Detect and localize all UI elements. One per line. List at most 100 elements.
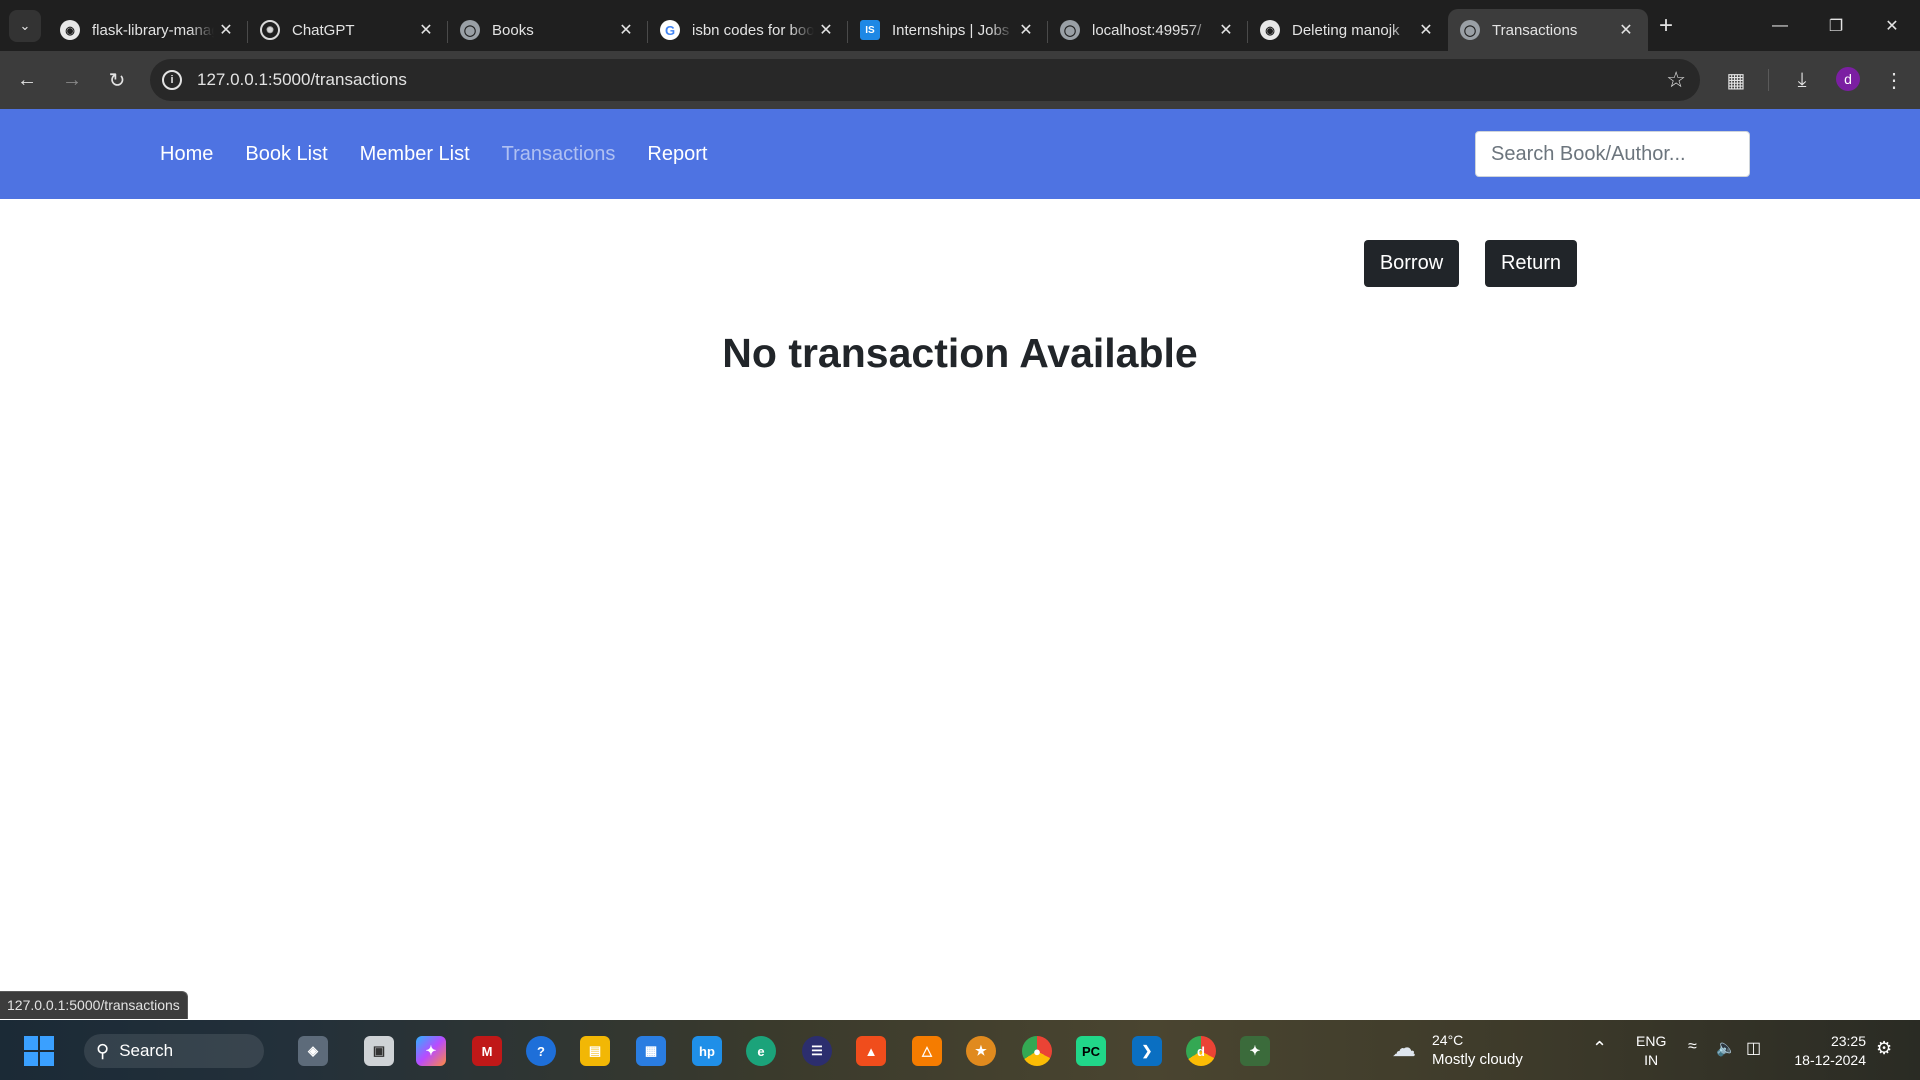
taskbar-clock[interactable]: 23:25 18-12-2024 — [1786, 1032, 1866, 1070]
language-indicator[interactable]: ENG IN — [1636, 1032, 1666, 1070]
restore-icon[interactable]: ❐ — [1808, 0, 1864, 51]
chatgpt-icon: ✺ — [260, 20, 280, 40]
clock-date: 18-12-2024 — [1794, 1052, 1866, 1068]
link-status-bubble: 127.0.0.1:5000/transactions — [0, 991, 188, 1019]
tab-title: Internships | Jobs — [892, 21, 1010, 39]
taskbar-search-label: Search — [119, 1041, 174, 1060]
bookmark-star-icon[interactable]: ☆ — [1666, 67, 1686, 93]
eclipse-icon[interactable]: ☰ — [802, 1036, 832, 1066]
tab-close-icon[interactable]: ✕ — [1614, 20, 1638, 40]
file-explorer-icon[interactable]: ▤ — [580, 1036, 610, 1066]
tab-title: isbn codes for books — [692, 21, 814, 39]
medal-app-icon[interactable]: ★ — [966, 1036, 996, 1066]
window-controls: — ❐ ✕ — [1752, 0, 1920, 51]
nav-link-transactions[interactable]: Transactions — [502, 143, 616, 166]
download-icon[interactable]: ⤓ — [1786, 64, 1818, 96]
tab-close-icon[interactable]: ✕ — [1414, 20, 1438, 40]
close-window-icon[interactable]: ✕ — [1864, 0, 1920, 51]
show-hidden-icons-chevron-icon[interactable]: ⌃ — [1592, 1038, 1607, 1059]
brave-icon[interactable]: ▲ — [856, 1036, 886, 1066]
globe-icon: ◯ — [460, 20, 480, 40]
windows-start-icon[interactable] — [24, 1036, 54, 1066]
borrow-button[interactable]: Borrow — [1364, 240, 1459, 287]
chrome-profile-icon[interactable]: d — [1186, 1036, 1216, 1066]
reload-icon[interactable]: ↻ — [101, 64, 133, 96]
new-tab-plus-icon[interactable]: + — [1652, 12, 1680, 40]
tab-close-icon[interactable]: ✕ — [1014, 20, 1038, 40]
vscode-icon[interactable]: ❯ — [1132, 1036, 1162, 1066]
shield-app-icon[interactable]: ◈ — [298, 1036, 328, 1066]
microsoft-store-icon[interactable]: ▦ — [636, 1036, 666, 1066]
return-button[interactable]: Return — [1485, 240, 1577, 287]
copilot-icon[interactable]: ✦ — [416, 1036, 446, 1066]
minimize-icon[interactable]: — — [1752, 0, 1808, 51]
url-text[interactable]: 127.0.0.1:5000/transactions — [197, 70, 407, 90]
tab-search-chevron-icon[interactable]: ⌄ — [9, 10, 41, 42]
tab-6[interactable]: ◉ Deleting manojk ✕ — [1248, 9, 1448, 51]
edge-icon[interactable]: e — [746, 1036, 776, 1066]
tab-7-active[interactable]: ◯ Transactions ✕ — [1448, 9, 1648, 51]
tab-close-icon[interactable]: ✕ — [414, 20, 438, 40]
snipping-tool-icon[interactable]: ✦ — [1240, 1036, 1270, 1066]
tab-title: Deleting manojk — [1292, 21, 1400, 39]
chrome-icon[interactable]: ● — [1022, 1036, 1052, 1066]
notification-bell-icon[interactable]: ⚙ — [1876, 1038, 1892, 1059]
tab-title: flask-library-management — [92, 21, 214, 39]
address-bar[interactable]: i 127.0.0.1:5000/transactions ☆ — [150, 59, 1700, 101]
tab-title: Transactions — [1492, 21, 1578, 39]
kebab-menu-icon[interactable]: ⋮ — [1878, 64, 1910, 96]
myhp-icon[interactable]: hp — [692, 1036, 722, 1066]
tab-title: Books — [492, 21, 534, 39]
tab-0[interactable]: ◉ flask-library-management ✕ — [48, 9, 248, 51]
pycharm-icon[interactable]: PC — [1076, 1036, 1106, 1066]
tab-4[interactable]: IS Internships | Jobs ✕ — [848, 9, 1048, 51]
globe-icon: ◯ — [1460, 20, 1480, 40]
battery-icon[interactable]: ◫ — [1746, 1038, 1761, 1058]
back-arrow-icon[interactable]: ← — [11, 64, 43, 96]
clock-time: 23:25 — [1830, 1033, 1866, 1049]
nav-link-book-list[interactable]: Book List — [245, 143, 327, 166]
site-info-icon[interactable]: i — [162, 70, 182, 90]
tab-title: localhost:49957/ — [1092, 21, 1202, 39]
taskbar-search[interactable]: ⚲ Search — [84, 1034, 264, 1068]
toolbar-divider — [1768, 69, 1769, 91]
github-icon: ◉ — [1260, 20, 1280, 40]
task-view-icon[interactable]: ▣ — [364, 1036, 394, 1066]
tab-close-icon[interactable]: ✕ — [614, 20, 638, 40]
nav-links: Home Book List Member List Transactions … — [160, 109, 739, 199]
profile-avatar[interactable]: d — [1836, 67, 1860, 91]
help-icon[interactable]: ? — [526, 1036, 556, 1066]
weather-description[interactable]: Mostly cloudy — [1432, 1051, 1523, 1068]
extensions-puzzle-icon[interactable]: ▦ — [1720, 64, 1752, 96]
tab-close-icon[interactable]: ✕ — [1214, 20, 1238, 40]
tab-close-icon[interactable]: ✕ — [214, 20, 238, 40]
tab-1[interactable]: ✺ ChatGPT ✕ — [248, 9, 448, 51]
tab-5[interactable]: ◯ localhost:49957/ ✕ — [1048, 9, 1248, 51]
tab-list: ◉ flask-library-management ✕ ✺ ChatGPT ✕… — [48, 6, 1648, 51]
site-navbar: Home Book List Member List Transactions … — [0, 109, 1920, 199]
forward-arrow-icon[interactable]: → — [56, 64, 88, 96]
mcafee-icon[interactable]: M — [472, 1036, 502, 1066]
nav-link-report[interactable]: Report — [647, 143, 707, 166]
search-book-author-input[interactable] — [1475, 131, 1750, 177]
search-icon: ⚲ — [96, 1040, 110, 1061]
tab-close-icon[interactable]: ✕ — [814, 20, 838, 40]
tab-3[interactable]: G isbn codes for books ✕ — [648, 9, 848, 51]
windows-taskbar: ⚲ Search ◈ ▣ ✦ M ? ▤ ▦ hp e ☰ ▲ △ ★ ● PC… — [0, 1020, 1920, 1080]
sublime-icon[interactable]: △ — [912, 1036, 942, 1066]
nav-link-home[interactable]: Home — [160, 143, 213, 166]
tab-2[interactable]: ◯ Books ✕ — [448, 9, 648, 51]
internshala-icon: IS — [860, 20, 880, 40]
weather-cloud-icon[interactable]: ☁ — [1392, 1034, 1426, 1062]
language-code: ENG — [1636, 1033, 1667, 1049]
nav-link-member-list[interactable]: Member List — [360, 143, 470, 166]
wifi-icon[interactable]: ≈ — [1688, 1038, 1697, 1056]
weather-temperature[interactable]: 24°C — [1432, 1032, 1463, 1048]
volume-icon[interactable]: 🔈 — [1716, 1038, 1736, 1058]
github-icon: ◉ — [60, 20, 80, 40]
browser-toolbar: ← → ↻ i 127.0.0.1:5000/transactions ☆ ▦ … — [0, 51, 1920, 109]
globe-icon: ◯ — [1060, 20, 1080, 40]
region-code: IN — [1644, 1052, 1659, 1068]
google-icon: G — [660, 20, 680, 40]
empty-state-heading: No transaction Available — [722, 330, 1198, 376]
